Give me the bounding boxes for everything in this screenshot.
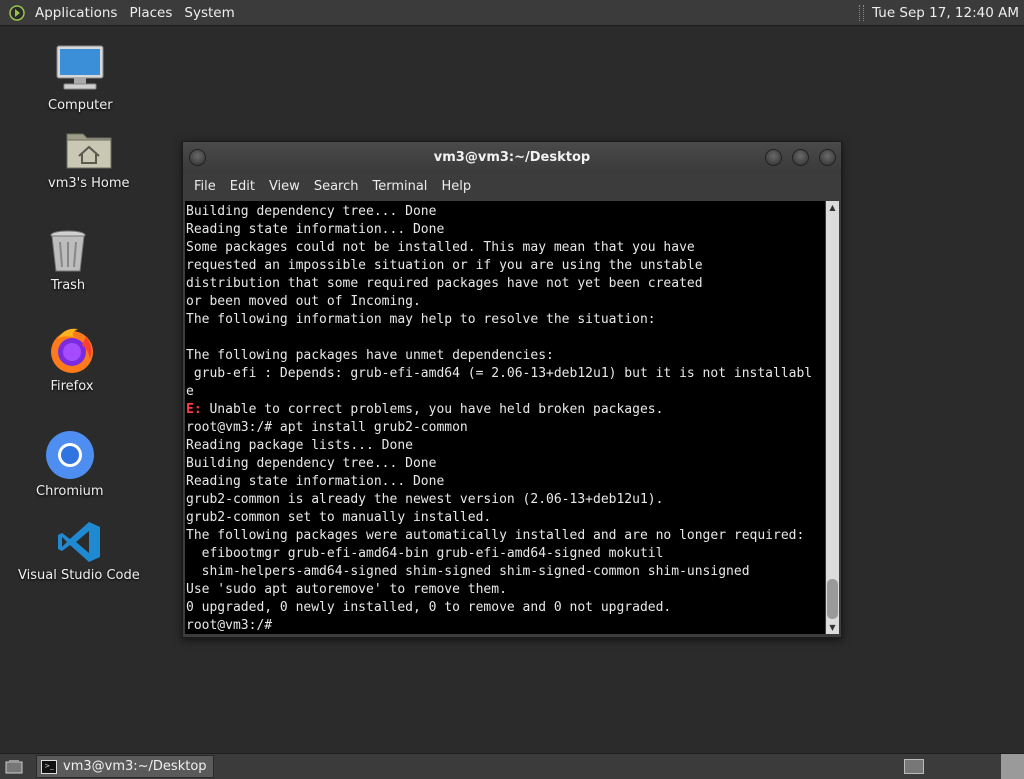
menu-search[interactable]: Search xyxy=(314,179,359,194)
error-prefix: E: xyxy=(186,402,202,417)
terminal-line: e xyxy=(186,384,194,399)
terminal-line: distribution that some required packages… xyxy=(186,276,703,291)
terminal-line: The following packages were automaticall… xyxy=(186,528,805,543)
clock[interactable]: Tue Sep 17, 12:40 AM xyxy=(872,5,1019,21)
window-title: vm3@vm3:~/Desktop xyxy=(433,150,591,165)
terminal-menubar: File Edit View Search Terminal Help xyxy=(183,173,841,200)
menu-file[interactable]: File xyxy=(194,179,216,194)
menu-terminal[interactable]: Terminal xyxy=(372,179,427,194)
workspace-switcher[interactable] xyxy=(904,759,924,774)
applications-menu[interactable]: Applications xyxy=(35,5,117,21)
menu-edit[interactable]: Edit xyxy=(230,179,255,194)
terminal-line: requested an impossible situation or if … xyxy=(186,258,703,273)
terminal-window[interactable]: vm3@vm3:~/Desktop File Edit View Search … xyxy=(182,141,842,638)
scroll-up-arrow-icon[interactable]: ▲ xyxy=(826,201,839,214)
terminal-line: shim-helpers-amd64-signed shim-signed sh… xyxy=(186,564,750,579)
trash-icon xyxy=(50,230,86,272)
trash-applet[interactable] xyxy=(1001,754,1024,779)
applications-menu-icon[interactable] xyxy=(9,4,25,21)
terminal-line: or been moved out of Incoming. xyxy=(186,294,421,309)
panel-separator xyxy=(859,4,865,21)
terminal-text: Building dependency tree... Done Reading… xyxy=(185,201,825,634)
taskbar-task-label: vm3@vm3:~/Desktop xyxy=(63,759,207,774)
minimize-button[interactable] xyxy=(765,149,782,166)
menu-help[interactable]: Help xyxy=(441,179,471,194)
terminal-scrollbar[interactable]: ▲ ▼ xyxy=(826,201,839,634)
terminal-icon: >_ xyxy=(41,759,57,774)
desktop-icon-label: Visual Studio Code xyxy=(18,568,140,583)
terminal-line: Building dependency tree... Done xyxy=(186,456,437,471)
system-menu[interactable]: System xyxy=(184,5,234,21)
taskbar-terminal-button[interactable]: >_ vm3@vm3:~/Desktop xyxy=(36,755,214,778)
top-panel: Applications Places System Tue Sep 17, 1… xyxy=(0,0,1024,26)
desktop-icon-label: vm3's Home xyxy=(48,176,130,191)
close-button[interactable] xyxy=(819,149,836,166)
terminal-line: Some packages could not be installed. Th… xyxy=(186,240,695,255)
chromium-icon xyxy=(45,431,94,479)
show-desktop-icon[interactable] xyxy=(4,758,24,776)
terminal-line: Building dependency tree... Done xyxy=(186,204,437,219)
vscode-icon xyxy=(57,522,100,562)
terminal-line: root@vm3:/# xyxy=(186,618,280,633)
terminal-line: efibootmgr grub-efi-amd64-bin grub-efi-a… xyxy=(186,546,664,561)
desktop-icon-vscode[interactable]: Visual Studio Code xyxy=(18,520,140,583)
bottom-panel: >_ vm3@vm3:~/Desktop xyxy=(0,753,1024,779)
terminal-line: Reading package lists... Done xyxy=(186,438,413,453)
desktop-icon-label: Trash xyxy=(50,278,86,293)
desktop-icon-computer[interactable]: Computer xyxy=(48,44,113,113)
terminal-line: Use 'sudo apt autoremove' to remove them… xyxy=(186,582,507,597)
terminal-line: grub2-common is already the newest versi… xyxy=(186,492,664,507)
desktop-icon-chromium[interactable]: Chromium xyxy=(36,430,104,499)
window-titlebar[interactable]: vm3@vm3:~/Desktop xyxy=(183,142,841,173)
scroll-down-arrow-icon[interactable]: ▼ xyxy=(826,621,839,634)
menu-view[interactable]: View xyxy=(269,179,300,194)
computer-icon xyxy=(56,45,104,90)
terminal-line: 0 upgraded, 0 newly installed, 0 to remo… xyxy=(186,600,672,615)
desktop-icon-label: Chromium xyxy=(36,484,104,499)
firefox-icon xyxy=(51,328,93,373)
home-folder-icon xyxy=(66,133,112,169)
desktop-icon-home[interactable]: vm3's Home xyxy=(48,128,130,191)
terminal-line: The following information may help to re… xyxy=(186,312,656,327)
terminal-line: Reading state information... Done xyxy=(186,474,445,489)
desktop-icon-firefox[interactable]: Firefox xyxy=(48,325,96,394)
desktop-icon-trash[interactable]: Trash xyxy=(48,228,88,293)
terminal-line: E: Unable to correct problems, you have … xyxy=(186,402,664,417)
desktop-icon-label: Computer xyxy=(48,98,113,113)
maximize-button[interactable] xyxy=(792,149,809,166)
window-menu-button[interactable] xyxy=(189,149,206,166)
terminal-line: Reading state information... Done xyxy=(186,222,445,237)
places-menu[interactable]: Places xyxy=(129,5,172,21)
terminal-line: root@vm3:/# apt install grub2-common xyxy=(186,420,468,435)
scrollbar-thumb[interactable] xyxy=(827,579,838,619)
panel-right-area: Tue Sep 17, 12:40 AM xyxy=(859,0,1024,25)
desktop-icon-label: Firefox xyxy=(50,379,94,394)
terminal-line: The following packages have unmet depend… xyxy=(186,348,554,363)
terminal-line: grub-efi : Depends: grub-efi-amd64 (= 2.… xyxy=(186,366,813,381)
terminal-line: grub2-common set to manually installed. xyxy=(186,510,492,525)
terminal-output[interactable]: Building dependency tree... Done Reading… xyxy=(185,201,825,634)
